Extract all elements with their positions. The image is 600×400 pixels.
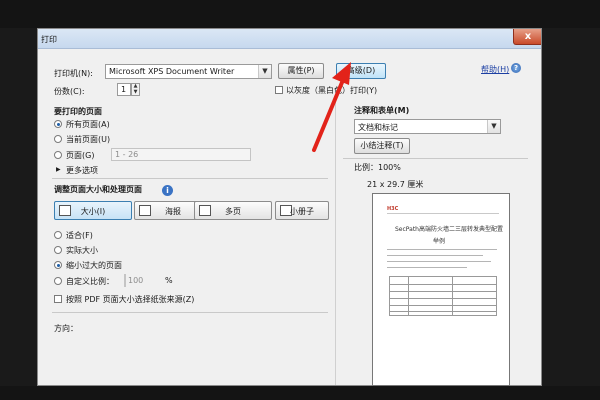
arrow-head xyxy=(332,62,351,85)
radio-current-page-label: 当前页面(U) xyxy=(66,135,111,144)
radio-shrink-oversized-label: 缩小过大的页面 xyxy=(66,261,122,270)
help-icon[interactable]: ? xyxy=(511,63,521,73)
divider xyxy=(343,158,528,159)
copies-value: 1 xyxy=(121,85,127,94)
radio-actual-size-label: 实际大小 xyxy=(66,246,98,255)
radio-current-page[interactable] xyxy=(54,135,62,143)
custom-scale-input[interactable]: 100 xyxy=(124,274,143,287)
radio-fit-label: 适合(F) xyxy=(66,231,93,240)
printer-selected-value: Microsoft XPS Document Writer xyxy=(109,67,235,76)
table-row-line xyxy=(390,291,496,292)
background-frame-bottom xyxy=(0,386,600,400)
sizing-section-title: 调整页面大小和处理页面 xyxy=(54,185,142,194)
comments-section-title: 注释和表单(M) xyxy=(354,106,410,115)
dialog-title: 打印 xyxy=(41,35,57,44)
document-title: SecPath高端防火墙二三层转发典型配置 xyxy=(395,226,503,233)
page-range-placeholder: 1 - 26 xyxy=(115,150,139,159)
tile-multiple[interactable]: 多页 xyxy=(194,201,272,220)
preview-size-text: 21 x 29.7 厘米 xyxy=(367,180,424,189)
radio-fit[interactable] xyxy=(54,231,62,239)
radio-actual-size[interactable] xyxy=(54,246,62,254)
document-logo: H3C xyxy=(387,206,399,212)
info-icon[interactable]: i xyxy=(162,185,173,196)
preview-scale-text: 比例：100% xyxy=(354,163,401,172)
pages-section-title: 要打印的页面 xyxy=(54,107,102,116)
tile-size-label: 大小(I) xyxy=(80,207,106,216)
chevron-down-icon[interactable]: ▼ xyxy=(258,65,271,78)
table-column-line xyxy=(408,277,409,315)
text-line xyxy=(387,255,483,256)
help-link[interactable]: 帮助(H) xyxy=(481,64,509,75)
percent-label: % xyxy=(165,276,173,285)
text-line xyxy=(387,261,491,262)
radio-pages[interactable] xyxy=(54,151,62,159)
printer-select[interactable]: Microsoft XPS Document Writer ▼ xyxy=(105,64,272,79)
radio-custom-scale[interactable] xyxy=(54,277,62,285)
copies-stepper[interactable]: ▲ ▼ xyxy=(131,83,140,96)
grayscale-checkbox[interactable] xyxy=(275,86,283,94)
radio-all-pages[interactable] xyxy=(54,120,62,128)
custom-scale-value: 100 xyxy=(128,276,144,285)
table-column-line xyxy=(452,277,453,315)
background-frame-top xyxy=(0,0,600,28)
printer-label: 打印机(N): xyxy=(54,69,93,78)
header-rule xyxy=(387,213,499,214)
divider xyxy=(52,178,328,179)
print-preview: H3C SecPath高端防火墙二三层转发典型配置 举例 xyxy=(372,193,510,386)
title-bar: 打印 x xyxy=(38,29,541,49)
table-row-line xyxy=(390,298,496,299)
stepper-down-icon[interactable]: ▼ xyxy=(132,89,139,96)
table-row-line xyxy=(390,305,496,306)
close-button[interactable]: x xyxy=(513,29,541,45)
tile-multiple-label: 多页 xyxy=(225,207,241,216)
more-options-toggle[interactable]: 更多选项 xyxy=(66,165,98,176)
tile-booklet[interactable]: 小册子 xyxy=(275,201,329,220)
document-subtitle: 举例 xyxy=(433,238,446,245)
comments-select[interactable]: 文档和标记 ▼ xyxy=(354,119,501,134)
annotation-arrow xyxy=(312,62,351,152)
comments-selected-value: 文档和标记 xyxy=(358,123,398,132)
table-row-line xyxy=(390,284,496,285)
text-line xyxy=(387,267,467,268)
triangle-right-icon[interactable]: ▶ xyxy=(56,166,61,173)
paper-source-label: 按照 PDF 页面大小选择纸张来源(Z) xyxy=(66,295,195,304)
chevron-down-icon[interactable]: ▼ xyxy=(487,120,500,133)
table-row-line xyxy=(390,311,496,312)
text-line xyxy=(387,249,497,250)
radio-shrink-oversized[interactable] xyxy=(54,261,62,269)
copies-label: 份数(C): xyxy=(54,87,85,96)
divider xyxy=(52,312,328,313)
tile-size[interactable]: 大小(I) xyxy=(54,201,132,220)
page-range-input[interactable]: 1 - 26 xyxy=(111,148,251,161)
preview-table xyxy=(389,276,497,316)
tile-booklet-label: 小册子 xyxy=(290,207,314,216)
arrow-shaft xyxy=(312,78,345,152)
radio-pages-label: 页面(G) xyxy=(66,151,95,160)
orientation-title: 方向： xyxy=(54,324,78,333)
paper-source-checkbox[interactable] xyxy=(54,295,62,303)
copies-input[interactable]: 1 xyxy=(117,83,131,96)
summarize-comments-button[interactable]: 小结注释(T) xyxy=(354,138,410,154)
radio-custom-scale-label: 自定义比例： xyxy=(66,277,114,286)
radio-all-pages-label: 所有页面(A) xyxy=(66,120,110,129)
